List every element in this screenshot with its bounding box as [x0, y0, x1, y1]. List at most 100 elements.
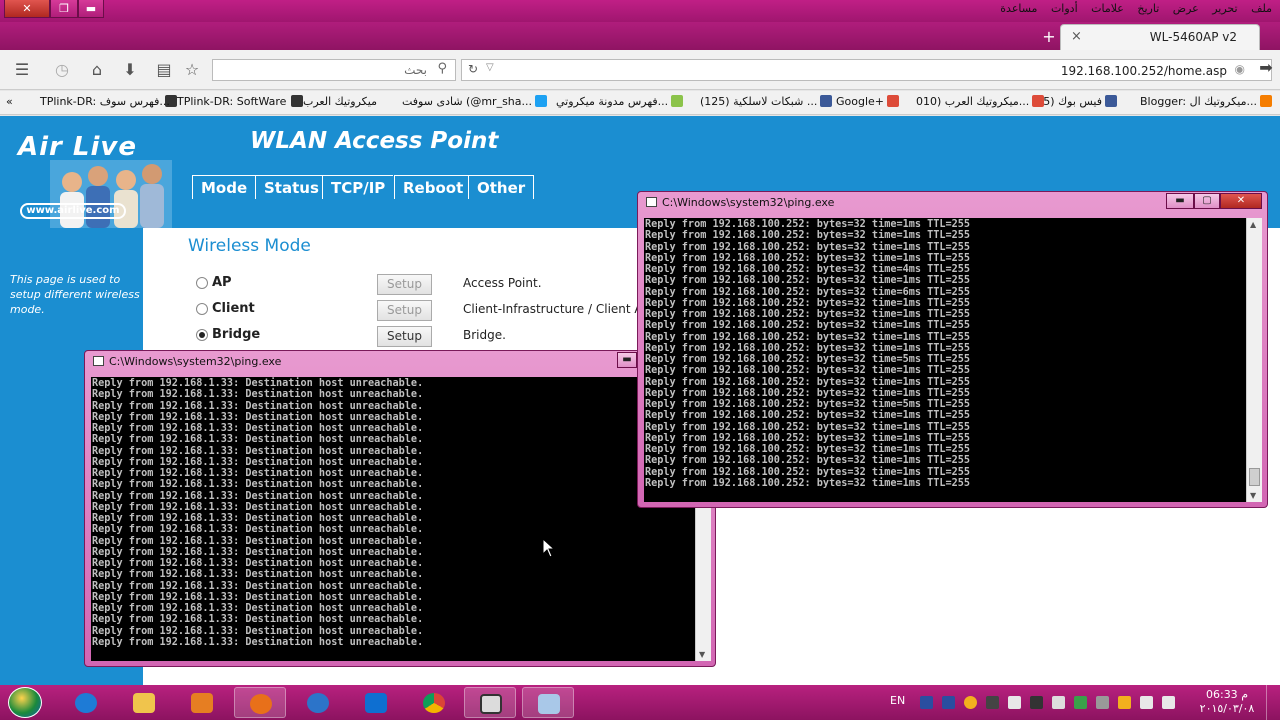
- site-identity-icon[interactable]: ◉: [1235, 62, 1245, 76]
- dropdown-icon[interactable]: ▽: [486, 62, 494, 73]
- bookmarks-overflow-icon[interactable]: «: [6, 95, 13, 108]
- back-icon[interactable]: ➡: [1256, 58, 1276, 77]
- menu-item[interactable]: أدوات: [1051, 2, 1078, 15]
- search-input[interactable]: بحث ⚲: [212, 59, 456, 81]
- taskbar-app[interactable]: [522, 687, 574, 718]
- close-window-button[interactable]: ✕: [4, 0, 50, 18]
- bookmark-item[interactable]: (125) شبكات لاسلكية ...: [700, 95, 833, 108]
- taskbar-chrome[interactable]: [408, 687, 460, 718]
- taskbar-media[interactable]: [176, 687, 228, 718]
- nav-other[interactable]: Other: [468, 175, 535, 199]
- mode-description: Bridge.: [463, 328, 506, 342]
- network-icon[interactable]: [1140, 696, 1153, 709]
- console-line: Reply from 192.168.1.33: Destination hos…: [92, 625, 424, 637]
- flag-icon[interactable]: [1162, 696, 1175, 709]
- bookmark-item[interactable]: TPlink-DR: فهرس سوف...: [40, 95, 170, 108]
- menu-item[interactable]: تحرير: [1212, 2, 1237, 15]
- bookmark-item[interactable]: شادى سوفت (@mr_sha...: [402, 95, 548, 108]
- page-description: This page is used to setup different wir…: [10, 273, 140, 316]
- nav-mode[interactable]: Mode: [192, 175, 256, 199]
- scroll-down-arrow-icon[interactable]: ▼: [699, 650, 705, 659]
- bookmark-item[interactable]: ميكروتيك العرب (010...: [916, 95, 1045, 108]
- menu-item[interactable]: مساعدة: [1000, 2, 1037, 15]
- taskbar-teamviewer[interactable]: [350, 687, 402, 718]
- console-scrollbar[interactable]: ▲ ▼: [1246, 218, 1262, 502]
- menu-item[interactable]: تاريخ: [1137, 2, 1159, 15]
- new-tab-button[interactable]: +: [1040, 27, 1058, 46]
- console-output[interactable]: Reply from 192.168.1.33: Destination hos…: [91, 377, 695, 661]
- tab-close-icon[interactable]: ×: [1071, 29, 1082, 44]
- scroll-down-arrow-icon[interactable]: ▼: [1250, 491, 1256, 500]
- tray-app-icon[interactable]: [1030, 696, 1043, 709]
- tray-app-icon[interactable]: [942, 696, 955, 709]
- tray-app-icon[interactable]: [986, 696, 999, 709]
- console-lines: Reply from 192.168.100.252: bytes=32 tim…: [645, 219, 970, 489]
- scroll-up-arrow-icon[interactable]: ▲: [1250, 220, 1256, 229]
- teamviewer-icon: [365, 693, 387, 713]
- tray-app-icon[interactable]: [1074, 696, 1087, 709]
- setup-client-button[interactable]: Setup: [377, 300, 432, 321]
- menu-item[interactable]: ملف: [1251, 2, 1272, 15]
- console-line: Reply from 192.168.100.252: bytes=32 tim…: [645, 297, 971, 309]
- bookmark-label: TPlink-DR: فهرس سوف...: [40, 95, 170, 108]
- taskbar-ie[interactable]: [60, 687, 112, 718]
- tray-app-icon[interactable]: [920, 696, 933, 709]
- setup-bridge-button[interactable]: Setup: [377, 326, 432, 347]
- tray-app-icon[interactable]: [1118, 696, 1131, 709]
- minimize-console-button[interactable]: ▬: [1166, 193, 1194, 209]
- bookmark-item[interactable]: TPlink-DR: SoftWare: [162, 95, 286, 108]
- mode-label: Bridge: [212, 327, 261, 342]
- clock[interactable]: 06:33 م ٢٠١٥/٠٣/٠٨: [1197, 688, 1257, 716]
- tray-app-icon[interactable]: [964, 696, 977, 709]
- console-output[interactable]: Reply from 192.168.100.252: bytes=32 tim…: [644, 218, 1246, 502]
- taskbar-console[interactable]: [464, 687, 516, 718]
- tray-app-icon[interactable]: [1052, 696, 1065, 709]
- menu-item[interactable]: علامات: [1091, 2, 1124, 15]
- taskbar-firefox[interactable]: [234, 687, 286, 718]
- bookmark-item[interactable]: Google+: [836, 95, 900, 108]
- radio-bridge[interactable]: [196, 329, 208, 341]
- maximize-console-button[interactable]: ▢: [1194, 193, 1220, 209]
- console-line: Reply from 192.168.1.33: Destination hos…: [92, 423, 424, 434]
- nav-tcpip[interactable]: TCP/IP: [322, 175, 394, 199]
- minimize-console-button[interactable]: ▬: [617, 352, 637, 368]
- volume-icon[interactable]: [1008, 696, 1021, 709]
- start-button[interactable]: [8, 687, 42, 718]
- menu-icon[interactable]: ☰: [12, 60, 32, 79]
- setup-ap-button[interactable]: Setup: [377, 274, 432, 295]
- ping-console-window-left[interactable]: C:\Windows\system32\ping.exe ▬ Reply fro…: [84, 350, 716, 667]
- ping-console-window-right[interactable]: C:\Windows\system32\ping.exe ▬ ▢ ✕ Reply…: [637, 191, 1268, 508]
- bookmark-item[interactable]: فهرس مدونة ميكروتي...: [556, 95, 684, 108]
- tray-app-icon[interactable]: [1096, 696, 1109, 709]
- airlive-url-badge: www.airlive.com: [20, 203, 126, 219]
- scroll-thumb[interactable]: [1249, 468, 1260, 486]
- console-line: Reply from 192.168.1.33: Destination hos…: [92, 535, 424, 547]
- download-icon[interactable]: ⬇: [120, 60, 140, 79]
- console-line: Reply from 192.168.100.252: bytes=32 tim…: [645, 444, 971, 455]
- history-icon[interactable]: ◷: [52, 60, 72, 79]
- home-icon[interactable]: ⌂: [87, 60, 107, 79]
- show-desktop-button[interactable]: [1266, 685, 1280, 720]
- close-console-button[interactable]: ✕: [1220, 193, 1262, 209]
- taskbar-explorer[interactable]: [118, 687, 170, 718]
- clock-time: 06:33 م: [1205, 688, 1248, 701]
- bookmark-item[interactable]: Blogger: ميكروتيك ال...: [1140, 95, 1272, 108]
- restore-window-button[interactable]: ❐: [50, 0, 78, 18]
- bookmark-item[interactable]: ميكروتيك العرب: [288, 95, 377, 108]
- language-indicator[interactable]: EN: [890, 694, 905, 707]
- search-icon[interactable]: ⚲: [437, 61, 447, 76]
- bookmark-star-icon[interactable]: ☆: [182, 60, 202, 79]
- minimize-window-button[interactable]: ▬: [78, 0, 104, 18]
- nav-reboot[interactable]: Reboot: [394, 175, 472, 199]
- nav-status[interactable]: Status: [255, 175, 327, 199]
- address-bar[interactable]: ↻ ▽ 192.168.100.252/home.asp ◉: [461, 59, 1272, 81]
- tab-active[interactable]: × WL-5460AP v2: [1060, 24, 1260, 50]
- reload-icon[interactable]: ↻: [468, 62, 478, 76]
- console-line: Reply from 192.168.100.252: bytes=32 tim…: [645, 230, 971, 242]
- bookmark-item[interactable]: (55) فيس بوك: [1032, 95, 1117, 108]
- radio-ap[interactable]: [196, 277, 208, 289]
- taskbar-skype[interactable]: [292, 687, 344, 718]
- bookmarks-list-icon[interactable]: ▤: [154, 60, 174, 79]
- radio-client[interactable]: [196, 303, 208, 315]
- menu-item[interactable]: عرض: [1173, 2, 1199, 15]
